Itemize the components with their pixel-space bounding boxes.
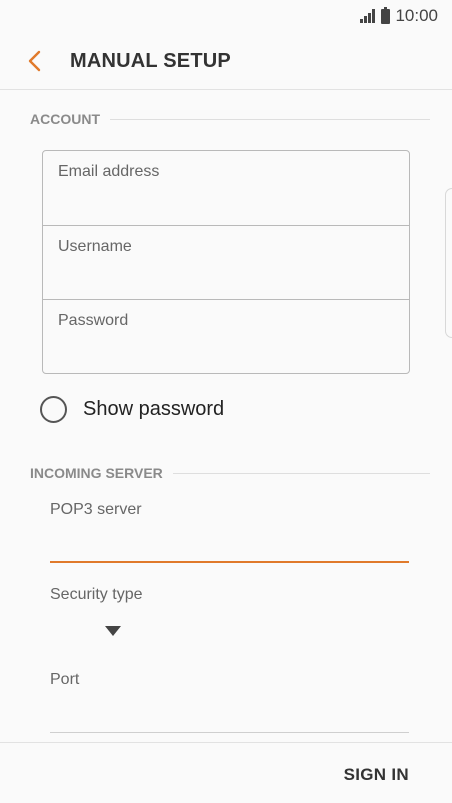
incoming-section-header: INCOMING SERVER	[30, 465, 430, 481]
show-password-toggle[interactable]: Show password	[40, 396, 224, 423]
chevron-left-icon[interactable]	[24, 48, 46, 74]
password-field[interactable]: Password	[43, 300, 409, 375]
username-field-placeholder: Username	[58, 237, 132, 255]
account-section-header: ACCOUNT	[30, 111, 430, 127]
password-field-placeholder: Password	[58, 312, 129, 330]
username-field[interactable]: Username	[43, 226, 409, 301]
app-bar: MANUAL SETUP	[0, 32, 452, 90]
port-input[interactable]	[50, 732, 409, 733]
status-bar: 10:00	[0, 0, 452, 32]
sign-in-button[interactable]: SIGN IN	[344, 765, 409, 785]
page-title: MANUAL SETUP	[70, 50, 231, 72]
incoming-section-title: INCOMING SERVER	[30, 465, 163, 481]
pop3-server-label: POP3 server	[50, 501, 142, 518]
show-password-label: Show password	[83, 398, 225, 420]
pop3-server-input[interactable]	[50, 561, 409, 563]
battery-icon	[381, 6, 391, 24]
security-type-label: Security type	[50, 586, 143, 603]
account-fields-box: Email address Username Password	[42, 150, 410, 374]
show-password-checkbox[interactable]	[40, 396, 67, 423]
email-field[interactable]: Email address	[43, 151, 409, 226]
port-label: Port	[50, 671, 80, 688]
divider	[172, 472, 430, 474]
bottom-bar: SIGN IN	[0, 742, 452, 803]
dropdown-arrow-icon[interactable]	[105, 626, 121, 636]
signal-icon	[360, 9, 376, 23]
scroll-handle[interactable]	[445, 188, 452, 338]
status-time: 10:00	[395, 6, 438, 25]
account-section-title: ACCOUNT	[30, 111, 100, 127]
divider	[110, 118, 430, 120]
email-field-placeholder: Email address	[58, 163, 160, 180]
